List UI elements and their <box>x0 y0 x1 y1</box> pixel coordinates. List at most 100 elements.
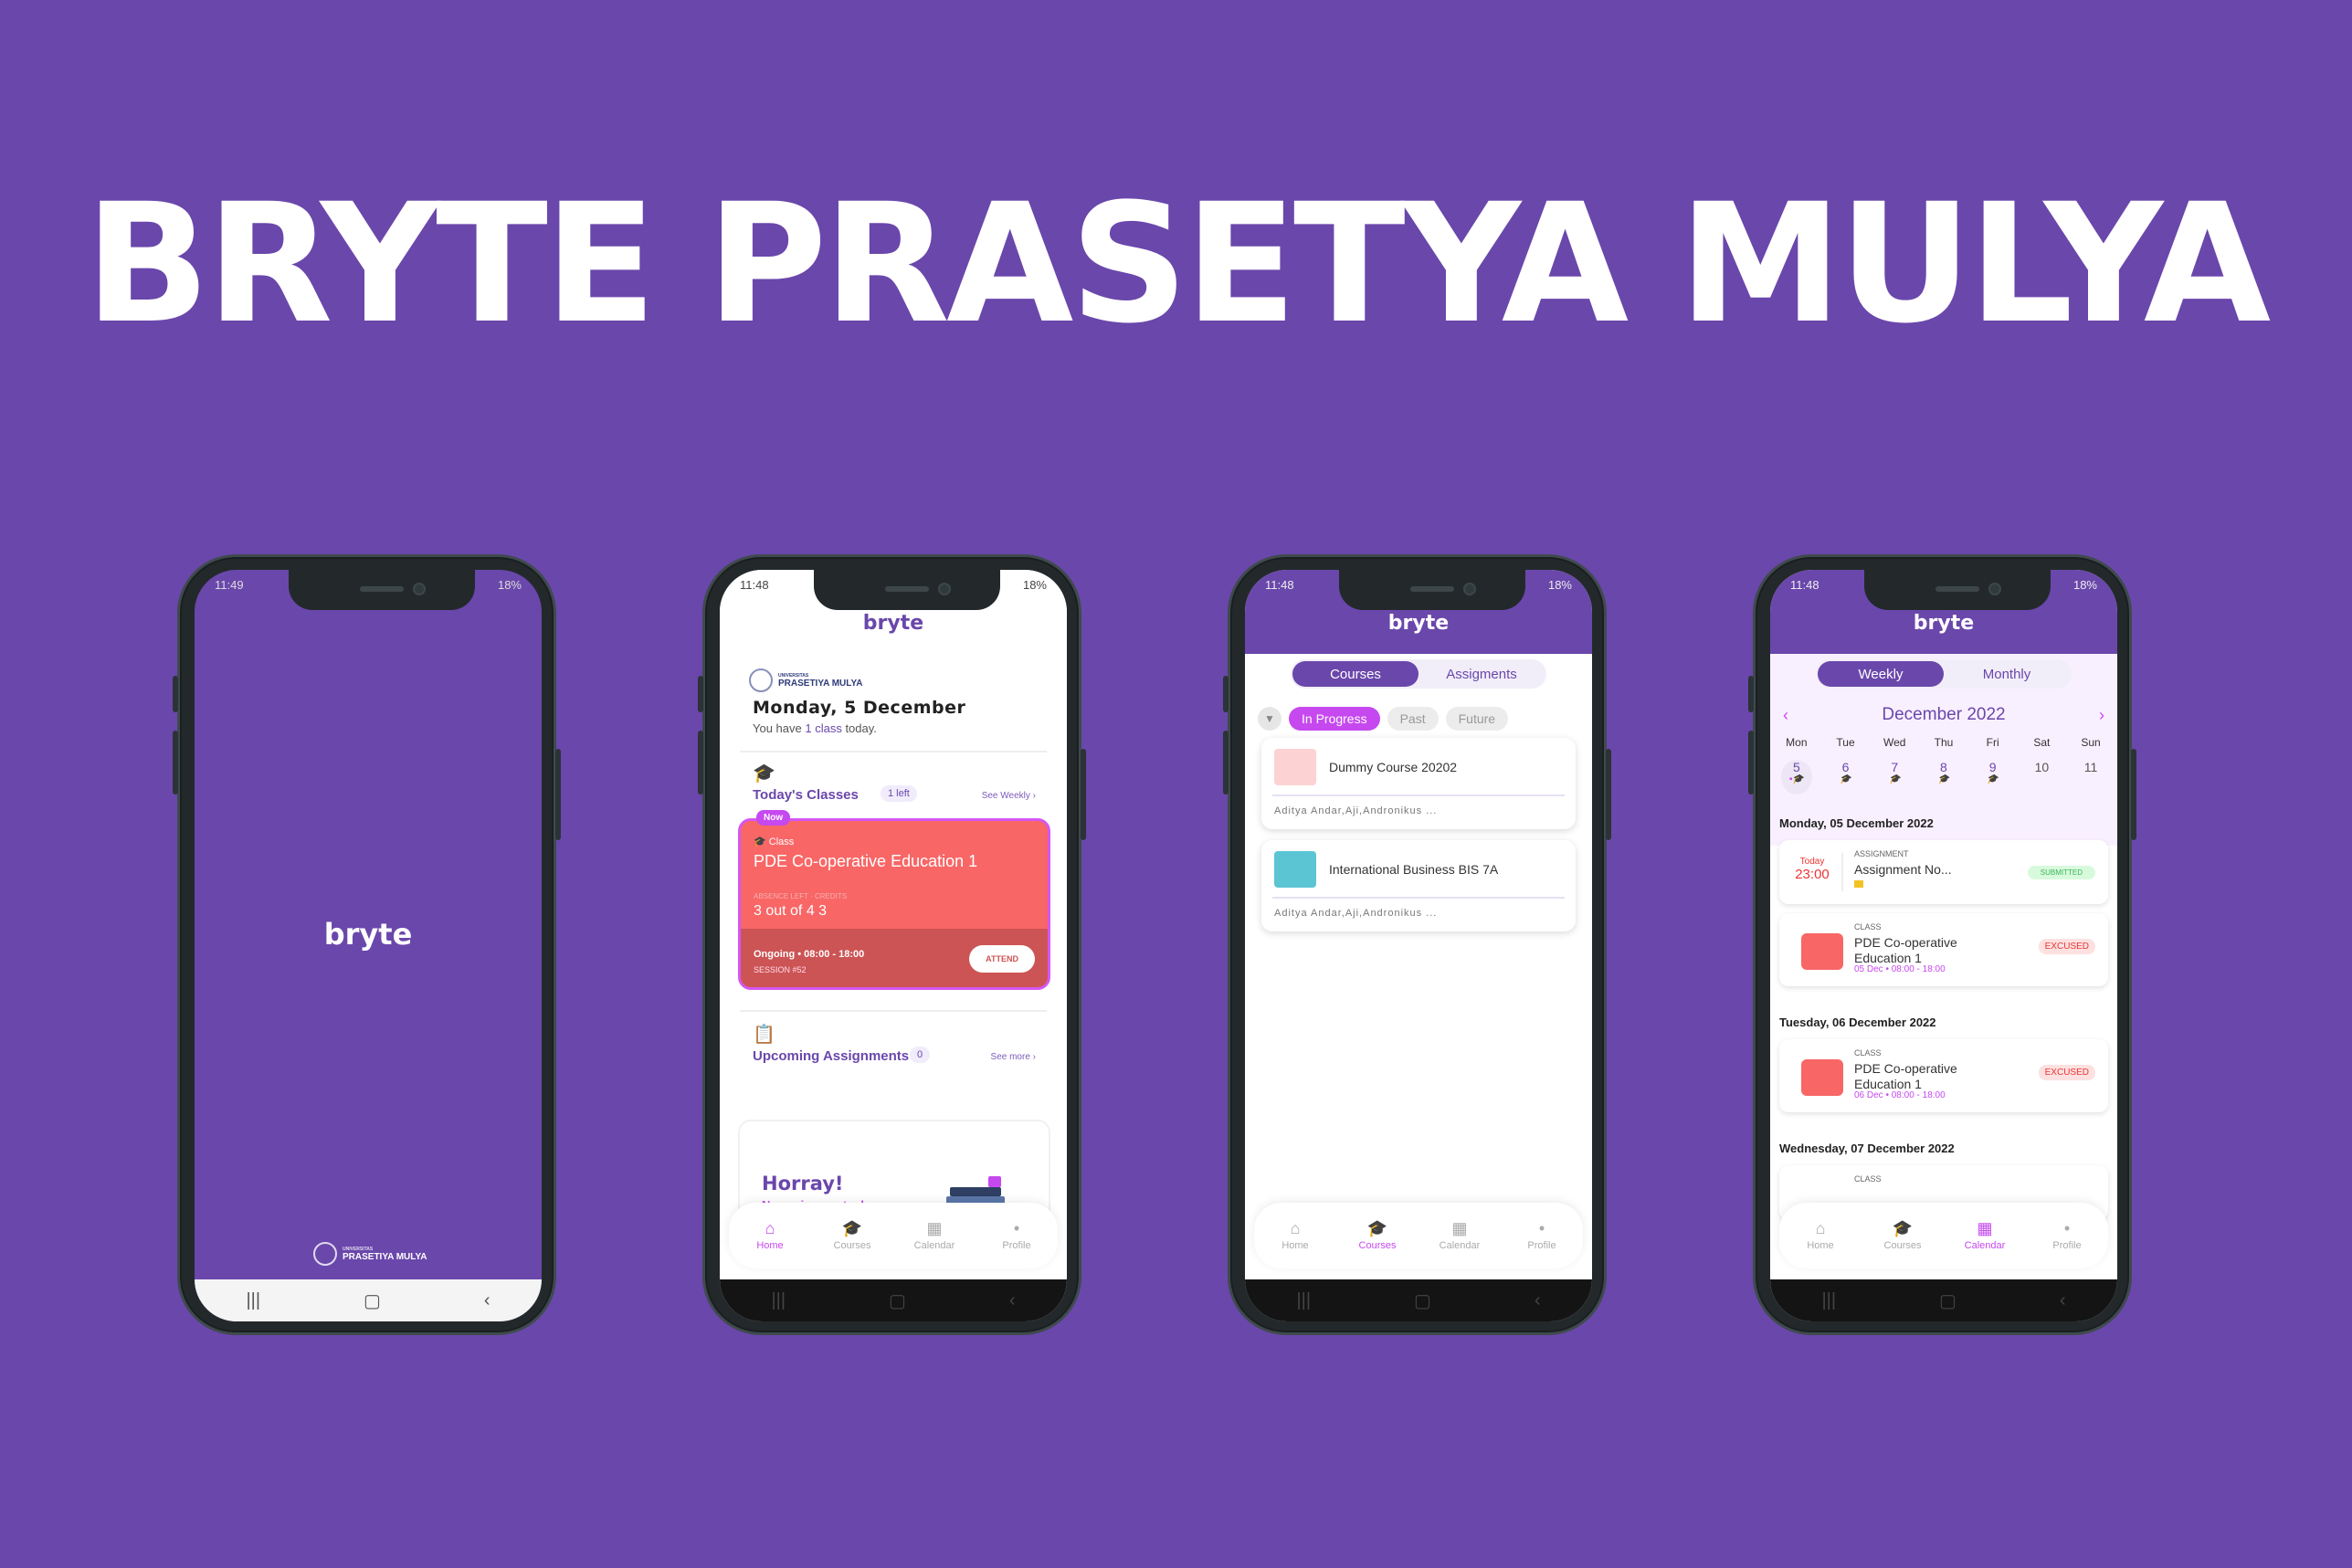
tab-courses-segment[interactable]: Courses <box>1292 661 1419 687</box>
home-circle-icon[interactable]: ▢ <box>1939 1289 1956 1312</box>
back-icon[interactable]: ‹ <box>1535 1290 1541 1311</box>
tab-courses[interactable]: 🎓 Courses <box>1871 1220 1935 1251</box>
filter-future[interactable]: Future <box>1445 707 1509 731</box>
home-icon: ⌂ <box>1815 1219 1826 1237</box>
university-seal-icon <box>749 668 773 692</box>
status-time: 11:48 <box>1790 578 1819 592</box>
bottom-tab-bar: ⌂ Home 🎓 Courses ▦ Calendar • Profile <box>1254 1203 1583 1268</box>
day-number: 11 <box>2083 760 2098 774</box>
day-row: 5 ▪🎓 6 🎓 7 🎓 8 🎓 9 🎓 10 11 <box>1770 760 2117 795</box>
day-number: 8 <box>1940 760 1947 774</box>
home-icon: ⌂ <box>1290 1219 1301 1237</box>
tab-home[interactable]: ⌂ Home <box>1788 1220 1852 1251</box>
tab-profile[interactable]: • Profile <box>2035 1220 2099 1251</box>
recent-apps-icon[interactable]: ||| <box>1821 1290 1836 1311</box>
tab-calendar[interactable]: ▦ Calendar <box>1428 1220 1492 1251</box>
summary-prefix: You have <box>753 721 806 735</box>
day-cell[interactable]: 8 🎓 <box>1923 760 1965 795</box>
course-name: International Business BIS 7A <box>1329 862 1499 877</box>
month-navigator: ‹ December 2022 › <box>1770 705 2117 725</box>
class-event-card[interactable]: CLASS PDE Co-operative Education 1 06 De… <box>1779 1039 2108 1112</box>
chevron-right-icon[interactable]: › <box>2099 706 2104 725</box>
status-time: 11:49 <box>215 578 244 592</box>
weekday-row: Mon Tue Wed Thu Fri Sat Sun <box>1770 736 2117 749</box>
graduation-cap-icon: 🎓 <box>841 1219 863 1237</box>
tab-profile-label: Profile <box>1002 1240 1031 1251</box>
assignment-event-card[interactable]: Today 23:00 ASSIGNMENT Assignment No... S… <box>1779 840 2108 904</box>
weekday-label: Fri <box>1986 736 1999 749</box>
home-circle-icon[interactable]: ▢ <box>889 1289 906 1312</box>
day-cell[interactable]: 10 <box>2020 760 2062 795</box>
tab-home[interactable]: ⌂ Home <box>738 1220 802 1251</box>
recent-apps-icon[interactable]: ||| <box>246 1290 260 1311</box>
tab-home[interactable]: ⌂ Home <box>1263 1220 1327 1251</box>
tab-profile-label: Profile <box>2052 1240 2082 1251</box>
course-teachers: Aditya Andar,Aji,Andronikus ... <box>1274 908 1438 919</box>
filter-in-progress[interactable]: In Progress <box>1289 707 1380 731</box>
android-nav-bar: ||| ▢ ‹ <box>1245 1279 1592 1321</box>
tab-calendar[interactable]: ▦ Calendar <box>902 1220 966 1251</box>
bottom-tab-bar: ⌂ Home 🎓 Courses ▦ Calendar • Profile <box>729 1203 1058 1268</box>
class-event-card[interactable]: CLASS PDE Co-operative Education 1 05 De… <box>1779 913 2108 986</box>
summary-link[interactable]: 1 class <box>805 721 841 735</box>
back-icon[interactable]: ‹ <box>2060 1290 2066 1311</box>
home-circle-icon[interactable]: ▢ <box>364 1289 381 1312</box>
class-title: PDE Co-operative Education 1 <box>754 852 978 870</box>
back-icon[interactable]: ‹ <box>1009 1290 1016 1311</box>
tab-assignments-segment[interactable]: Assigments <box>1419 661 1545 687</box>
recent-apps-icon[interactable]: ||| <box>1296 1290 1311 1311</box>
day-cell[interactable]: 5 ▪🎓 <box>1780 760 1812 795</box>
status-time: 11:48 <box>740 578 769 592</box>
graduation-cap-icon: 🎓 <box>1892 1219 1914 1237</box>
recent-apps-icon[interactable]: ||| <box>771 1290 786 1311</box>
filter-icon[interactable]: ▼ <box>1258 707 1281 731</box>
graduation-cap-icon: 🎓 <box>1366 1219 1388 1237</box>
event-dot-icon: ▪🎓 <box>1788 774 1804 784</box>
event-time: 06 Dec • 08:00 - 18:00 <box>1854 1090 1946 1100</box>
course-card[interactable]: International Business BIS 7A Aditya And… <box>1261 840 1576 931</box>
excused-badge: EXCUSED <box>2038 939 2095 954</box>
see-weekly-link[interactable]: See Weekly › <box>982 791 1036 801</box>
status-battery: 18% <box>497 578 522 592</box>
app-brand: bryte <box>862 612 924 635</box>
see-more-link[interactable]: See more › <box>991 1052 1036 1062</box>
back-icon[interactable]: ‹ <box>484 1290 490 1311</box>
tab-profile[interactable]: • Profile <box>1510 1220 1574 1251</box>
course-card[interactable]: Dummy Course 20202 Aditya Andar,Aji,Andr… <box>1261 738 1576 829</box>
event-dot-icon: 🎓 <box>1840 774 1851 784</box>
event-kind: CLASS <box>1854 1174 1882 1184</box>
tab-courses-label: Courses <box>833 1240 871 1251</box>
upcoming-assignments-title: Upcoming Assignments <box>753 1048 910 1064</box>
home-circle-icon[interactable]: ▢ <box>1414 1289 1431 1312</box>
page-title: Monday, 5 December <box>753 698 966 718</box>
calendar-segment-control: Weekly Monthly <box>1816 659 2072 689</box>
day-cell[interactable]: 7 🎓 <box>1873 760 1915 795</box>
tab-monthly[interactable]: Monthly <box>1944 661 2070 687</box>
tab-calendar[interactable]: ▦ Calendar <box>1953 1220 2017 1251</box>
tab-courses-label: Courses <box>1358 1240 1397 1251</box>
course-teachers: Aditya Andar,Aji,Andronikus ... <box>1274 805 1438 816</box>
filter-past[interactable]: Past <box>1387 707 1439 731</box>
event-title: PDE Co-operative Education 1 <box>1854 1061 1957 1091</box>
day-cell[interactable]: 6 🎓 <box>1825 760 1867 795</box>
event-date: Today 23:00 <box>1792 857 1832 882</box>
tab-courses[interactable]: 🎓 Courses <box>1345 1220 1409 1251</box>
event-kind: ASSIGNMENT <box>1854 849 1909 858</box>
course-color-swatch <box>1274 749 1316 785</box>
class-session: SESSION #52 <box>754 965 807 974</box>
day-cell[interactable]: 11 <box>2070 760 2112 795</box>
weekday-label: Mon <box>1786 736 1808 749</box>
event-dot-icon: 🎓 <box>1889 774 1901 784</box>
attend-button[interactable]: ATTEND <box>969 945 1035 973</box>
day-cell[interactable]: 9 🎓 <box>1972 760 2014 795</box>
classes-summary: You have 1 class today. <box>753 721 877 735</box>
class-card[interactable]: 🎓 Class PDE Co-operative Education 1 ABS… <box>738 818 1050 990</box>
tab-courses[interactable]: 🎓 Courses <box>820 1220 884 1251</box>
tab-calendar-label: Calendar <box>1964 1240 2006 1251</box>
phone-calendar: 11:48 18% bryte Weekly Monthly ‹ Decembe… <box>1748 554 2136 1335</box>
day-header: Monday, 05 December 2022 <box>1779 816 1934 830</box>
tab-weekly[interactable]: Weekly <box>1818 661 1944 687</box>
phone-home: 11:48 18% bryte UNIVERSITAS PRASETIYA MUL… <box>698 554 1086 1335</box>
chevron-left-icon[interactable]: ‹ <box>1783 706 1788 725</box>
tab-profile[interactable]: • Profile <box>985 1220 1049 1251</box>
